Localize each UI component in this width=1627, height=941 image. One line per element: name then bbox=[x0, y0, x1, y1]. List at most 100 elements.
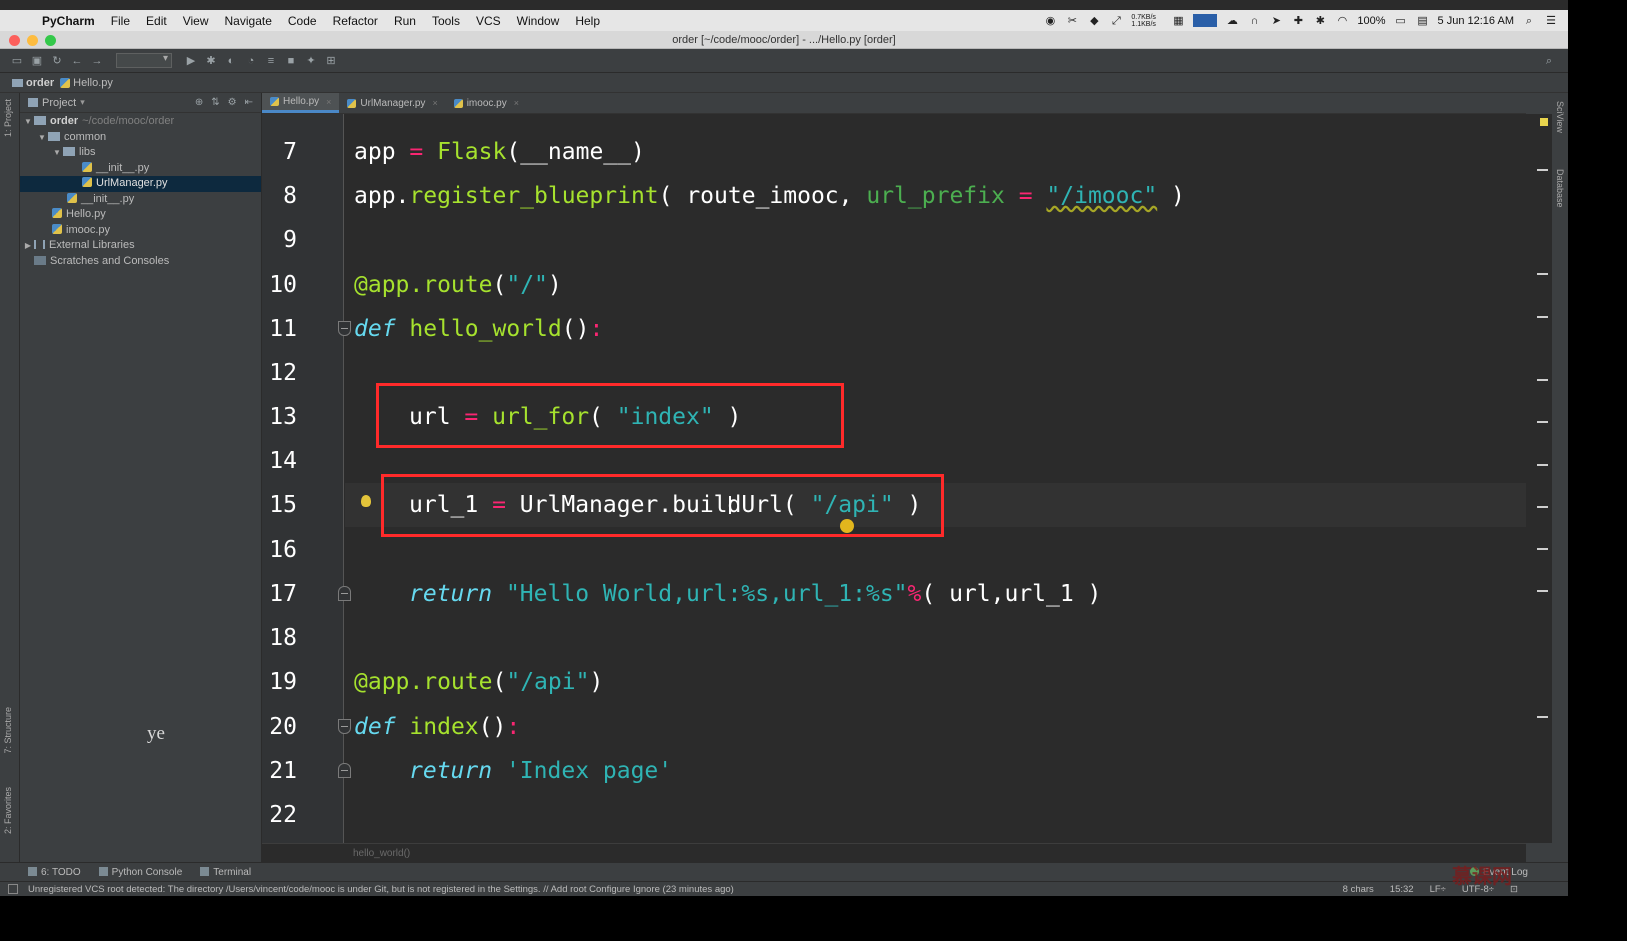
menu-vcs[interactable]: VCS bbox=[468, 14, 509, 28]
clock[interactable]: 5 Jun 12:16 AM bbox=[1438, 15, 1514, 27]
stripe-mark[interactable] bbox=[1537, 421, 1548, 423]
activity-graph-icon[interactable] bbox=[1193, 14, 1218, 27]
close-icon[interactable]: × bbox=[326, 97, 331, 107]
tree-item-external-libraries[interactable]: ▶ External Libraries bbox=[20, 238, 261, 254]
gear-icon[interactable]: ⚙ bbox=[228, 97, 237, 108]
bluetooth-icon[interactable]: ✱ bbox=[1313, 15, 1327, 27]
inspection-status-icon[interactable] bbox=[1540, 118, 1548, 126]
forward-icon[interactable]: → bbox=[90, 54, 104, 68]
vcs-icon[interactable]: ⊞ bbox=[324, 54, 338, 68]
project-view-select[interactable]: Project bbox=[42, 97, 76, 109]
expand-triangle-icon[interactable]: ▼ bbox=[22, 114, 34, 130]
debug-icon[interactable]: ✱ bbox=[204, 54, 218, 68]
back-icon[interactable]: ← bbox=[70, 54, 84, 68]
tree-item-hello[interactable]: Hello.py bbox=[20, 207, 261, 223]
profile-icon[interactable]: ◔ bbox=[244, 54, 258, 68]
database-tool-tab[interactable]: Database bbox=[1555, 169, 1565, 208]
expand-triangle-icon[interactable]: ▼ bbox=[51, 145, 63, 161]
cloud-icon[interactable]: ☁ bbox=[1225, 15, 1239, 27]
stripe-mark[interactable] bbox=[1537, 273, 1548, 275]
menu-view[interactable]: View bbox=[175, 14, 217, 28]
tree-item-imooc[interactable]: imooc.py bbox=[20, 223, 261, 239]
close-window-button[interactable] bbox=[9, 35, 20, 46]
menu-tools[interactable]: Tools bbox=[424, 14, 468, 28]
python-console-tool-button[interactable]: Python Console bbox=[98, 866, 182, 878]
tree-item-scratches[interactable]: Scratches and Consoles bbox=[20, 254, 261, 270]
hide-panel-icon[interactable]: ⇤ bbox=[245, 97, 253, 108]
stripe-mark[interactable] bbox=[1537, 506, 1548, 508]
stop-icon[interactable]: ■ bbox=[284, 54, 298, 68]
stripe-mark[interactable] bbox=[1537, 548, 1548, 550]
notification-center-icon[interactable]: ☰ bbox=[1544, 15, 1558, 27]
sync-icon[interactable]: ↻ bbox=[50, 54, 64, 68]
locate-icon[interactable]: ⊕ bbox=[195, 97, 203, 108]
caret-position[interactable]: 15:32 bbox=[1390, 884, 1414, 895]
expand-icon[interactable]: ⤢ bbox=[1109, 15, 1123, 27]
menu-refactor[interactable]: Refactor bbox=[325, 14, 386, 28]
send-icon[interactable]: ➤ bbox=[1269, 15, 1283, 27]
chevron-down-icon[interactable]: ▾ bbox=[80, 97, 85, 108]
code-editor[interactable]: 7 8 9 10 11 12 13 14 15 16 17 18 19 20 2… bbox=[262, 114, 1526, 843]
terminal-tool-button[interactable]: Terminal bbox=[200, 866, 251, 878]
record-icon[interactable]: ◉ bbox=[1043, 15, 1057, 27]
nav-crumb-order[interactable]: order bbox=[12, 77, 54, 89]
settings-wrench-icon[interactable]: ✦ bbox=[304, 54, 318, 68]
tree-item-urlmanager[interactable]: UrlManager.py bbox=[20, 176, 261, 192]
tab-imooc-py[interactable]: imooc.py × bbox=[446, 93, 527, 113]
zoom-window-button[interactable] bbox=[45, 35, 56, 46]
flag-icon[interactable]: ▤ bbox=[1416, 15, 1430, 27]
open-folder-icon[interactable]: ▭ bbox=[10, 54, 24, 68]
stripe-mark[interactable] bbox=[1537, 316, 1548, 318]
tree-item-libs-init[interactable]: __init__.py bbox=[20, 161, 261, 177]
nav-crumb-hello[interactable]: Hello.py bbox=[60, 77, 113, 89]
todo-tool-button[interactable]: 6: TODO bbox=[28, 866, 81, 878]
run-icon[interactable]: ▶ bbox=[184, 54, 198, 68]
toggle-tool-windows-icon[interactable] bbox=[8, 884, 18, 894]
spotlight-search-icon[interactable]: ⌕ bbox=[1522, 15, 1536, 27]
fold-toggle-icon[interactable] bbox=[338, 321, 351, 336]
stripe-mark[interactable] bbox=[1537, 379, 1548, 381]
run-configuration-select[interactable] bbox=[116, 53, 172, 68]
fold-toggle-icon[interactable] bbox=[338, 719, 351, 734]
app-icon[interactable]: ◆ bbox=[1087, 15, 1101, 27]
menu-run[interactable]: Run bbox=[386, 14, 424, 28]
line-separator[interactable]: LF÷ bbox=[1430, 884, 1446, 895]
stripe-mark[interactable] bbox=[1537, 169, 1548, 171]
menu-file[interactable]: File bbox=[103, 14, 138, 28]
tab-hello-py[interactable]: Hello.py × bbox=[262, 93, 340, 113]
menu-code[interactable]: Code bbox=[280, 14, 325, 28]
battery-icon[interactable]: ▭ bbox=[1394, 15, 1408, 27]
fold-toggle-icon[interactable] bbox=[338, 586, 351, 601]
editor-error-stripe[interactable] bbox=[1526, 114, 1552, 843]
structure-tool-tab[interactable]: 7: Structure bbox=[3, 707, 13, 754]
grid-icon[interactable]: ▦ bbox=[1171, 15, 1185, 27]
stripe-mark[interactable] bbox=[1537, 464, 1548, 466]
menu-navigate[interactable]: Navigate bbox=[217, 14, 280, 28]
search-everywhere-icon[interactable]: ⌕ bbox=[1542, 54, 1556, 68]
headset-icon[interactable]: ∩ bbox=[1247, 15, 1261, 27]
tree-item-common-init[interactable]: __init__.py bbox=[20, 192, 261, 208]
scissors-icon[interactable]: ✂ bbox=[1065, 15, 1079, 27]
tree-item-libs[interactable]: ▼ libs bbox=[20, 145, 261, 161]
menu-edit[interactable]: Edit bbox=[138, 14, 175, 28]
coverage-icon[interactable]: ◐ bbox=[224, 54, 238, 68]
menu-window[interactable]: Window bbox=[509, 14, 568, 28]
tree-item-order[interactable]: ▼ order ~/code/mooc/order bbox=[20, 114, 261, 130]
minimize-window-button[interactable] bbox=[27, 35, 38, 46]
close-icon[interactable]: × bbox=[514, 98, 519, 108]
collapse-all-icon[interactable]: ⇅ bbox=[211, 97, 219, 108]
menu-help[interactable]: Help bbox=[567, 14, 608, 28]
save-icon[interactable]: ▣ bbox=[30, 54, 44, 68]
menu-app-name[interactable]: PyCharm bbox=[34, 14, 103, 28]
close-icon[interactable]: × bbox=[432, 98, 437, 108]
favorites-tool-tab[interactable]: 2: Favorites bbox=[3, 787, 13, 834]
status-message[interactable]: Unregistered VCS root detected: The dire… bbox=[28, 884, 734, 895]
stripe-mark[interactable] bbox=[1537, 716, 1548, 718]
tab-urlmanager-py[interactable]: UrlManager.py × bbox=[339, 93, 445, 113]
puzzle-icon[interactable]: ✚ bbox=[1291, 15, 1305, 27]
sciview-tool-tab[interactable]: SciView bbox=[1555, 101, 1565, 133]
wifi-icon[interactable]: ◠ bbox=[1335, 15, 1349, 27]
fold-toggle-icon[interactable] bbox=[338, 763, 351, 778]
tree-item-common[interactable]: ▼ common bbox=[20, 130, 261, 146]
concurrency-icon[interactable]: ≡ bbox=[264, 54, 278, 68]
